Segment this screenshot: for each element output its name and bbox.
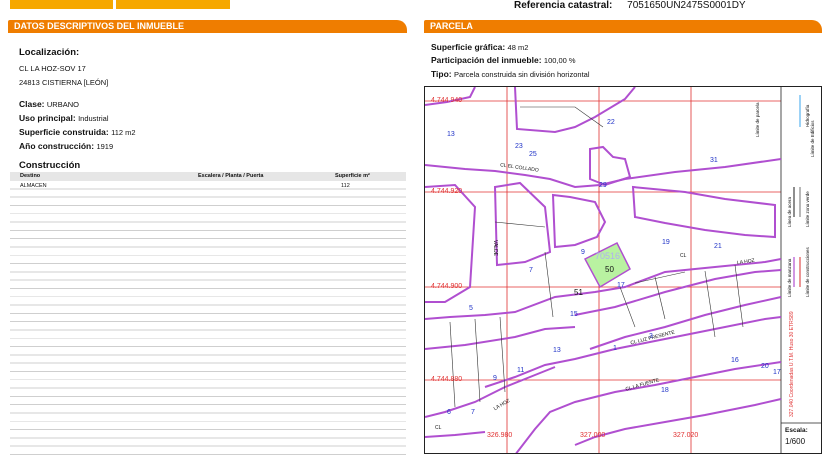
superficie-grafica-row: Superficie gráfica: 48 m2 xyxy=(431,42,528,52)
legend-limite-manzana: Límite de manzana xyxy=(787,258,792,297)
anio-label: Año construcción: xyxy=(19,141,95,151)
street-name-cl-1: CL xyxy=(680,253,687,259)
column-superficie: Superficie m² xyxy=(335,173,370,179)
section-datos-descriptivos: DATOS DESCRIPTIVOS DEL INMUEBLE xyxy=(8,20,407,33)
coord-y-3: 4.744.900 xyxy=(431,283,463,290)
parcel-num-16: 16 xyxy=(731,357,739,364)
coord-x-2: 327.000 xyxy=(580,432,606,439)
block-number-label: 51 xyxy=(574,288,583,297)
parcel-num-21: 21 xyxy=(714,243,722,250)
parcel-num-18: 18 xyxy=(661,387,669,394)
anio-value: 1919 xyxy=(96,142,114,151)
coord-x-3: 327.020 xyxy=(673,432,699,439)
legend-limite-edificios: Límite de Edificios xyxy=(810,120,815,157)
brand-bar-divider xyxy=(113,0,116,9)
legend-limite-parcela: Límite de parcela xyxy=(755,102,760,137)
parcel-num-11: 11 xyxy=(517,367,525,374)
parcel-num-6: 6 xyxy=(447,409,451,416)
clase-row: Clase: URBANO xyxy=(19,99,79,109)
ref-value: 7051650UN2475S0001DY xyxy=(627,0,746,11)
participacion-row: Participación del inmueble: 100,00 % xyxy=(431,55,576,65)
parcel-num-7b: 7 xyxy=(471,409,475,416)
cadastral-map-svg xyxy=(425,87,821,453)
street-name-valde: VALDE xyxy=(492,239,499,257)
parcel-num-20: 20 xyxy=(761,363,769,370)
tipo-label: Tipo: xyxy=(431,69,452,79)
clase-value: URBANO xyxy=(46,100,79,109)
parcel-num-1: 1 xyxy=(613,345,617,352)
construccion-title: Construcción xyxy=(19,160,81,171)
parcel-num-9b: 9 xyxy=(493,375,497,382)
coord-y-2: 4.744.920 xyxy=(431,188,463,195)
uso-value: Industrial xyxy=(78,114,109,123)
superficie-grafica-label: Superficie gráfica: xyxy=(431,42,506,52)
tipo-value: Parcela construida sin división horizont… xyxy=(454,70,590,79)
parcel-num-15: 15 xyxy=(570,311,578,318)
scale-value: 1/600 xyxy=(785,437,806,446)
parcel-num-17: 17 xyxy=(617,282,625,289)
legend-linea-acera: Línea de acera xyxy=(787,196,792,227)
tipo-row: Tipo: Parcela construida sin división ho… xyxy=(431,69,590,79)
anio-row: Año construcción: 1919 xyxy=(19,141,113,151)
legend-coordinate-note: 327.040 Coordenadas U.T.M. Huso 30 ETRS8… xyxy=(789,311,795,417)
referencia-catastral: Referencia catastral: 7051650UN2475S0001… xyxy=(514,0,746,11)
superficie-value: 112 m2 xyxy=(111,128,136,137)
parcel-num-13b: 13 xyxy=(553,347,561,354)
participacion-value: 100,00 % xyxy=(543,56,576,65)
parcel-num-22: 22 xyxy=(607,119,615,126)
uso-row: Uso principal: Industrial xyxy=(19,113,109,123)
superficie-grafica-value: 48 m2 xyxy=(507,43,529,52)
brand-bar xyxy=(10,0,230,9)
superficie-row: Superficie construida: 112 m2 xyxy=(19,127,136,137)
parcel-num-17b: 17 xyxy=(773,369,781,376)
parcel-num-7: 7 xyxy=(529,267,533,274)
parcel-num-5: 5 xyxy=(469,305,473,312)
parcel-num-25: 25 xyxy=(529,151,537,158)
legend-limite-construcciones: Límite de construcciones xyxy=(805,247,810,297)
column-destino: Destino xyxy=(20,173,41,179)
address-line-2: 24813 CISTIERNA [LEÓN] xyxy=(19,78,109,87)
parcel-num-23: 23 xyxy=(515,143,523,150)
parcel-num-3: 3 xyxy=(649,333,653,340)
cadastral-map[interactable]: 4.744.940 4.744.920 4.744.900 4.744.880 … xyxy=(424,86,822,454)
street-name-cl-2: CL xyxy=(435,425,442,431)
parcel-ref-label: 70516 xyxy=(595,251,621,261)
coord-y-1: 4.744.940 xyxy=(431,97,463,104)
parcel-num-29: 29 xyxy=(599,182,607,189)
coord-x-1: 326.980 xyxy=(487,432,513,439)
uso-label: Uso principal: xyxy=(19,113,76,123)
parcel-num-19: 19 xyxy=(662,239,670,246)
superficie-label: Superficie construida: xyxy=(19,127,109,137)
section-parcela: PARCELA xyxy=(424,20,822,33)
legend-limite-zona-verde: Límite zona verde xyxy=(805,191,810,227)
table-cell-destino: ALMACEN xyxy=(20,183,47,189)
scale-label: Escala: xyxy=(785,427,808,434)
construccion-table-header: Destino Escalera / Planta / Puerta Super… xyxy=(10,172,406,181)
address-line-1: CL LA HOZ-SOV 17 xyxy=(19,64,86,73)
parcel-num-13: 13 xyxy=(447,131,455,138)
legend-swatches xyxy=(793,95,801,287)
participacion-label: Participación del inmueble: xyxy=(431,55,542,65)
ref-label: Referencia catastral: xyxy=(514,0,613,11)
construccion-table-body xyxy=(10,181,406,455)
parcel-number-label: 50 xyxy=(605,265,614,274)
parcel-num-31: 31 xyxy=(710,157,718,164)
column-escalera: Escalera / Planta / Puerta xyxy=(198,173,264,179)
localizacion-label: Localización: xyxy=(19,47,80,58)
parcel-num-9: 9 xyxy=(581,249,585,256)
table-cell-superficie: 112 xyxy=(341,183,350,189)
coord-y-4: 4.744.880 xyxy=(431,376,463,383)
clase-label: Clase: xyxy=(19,99,45,109)
